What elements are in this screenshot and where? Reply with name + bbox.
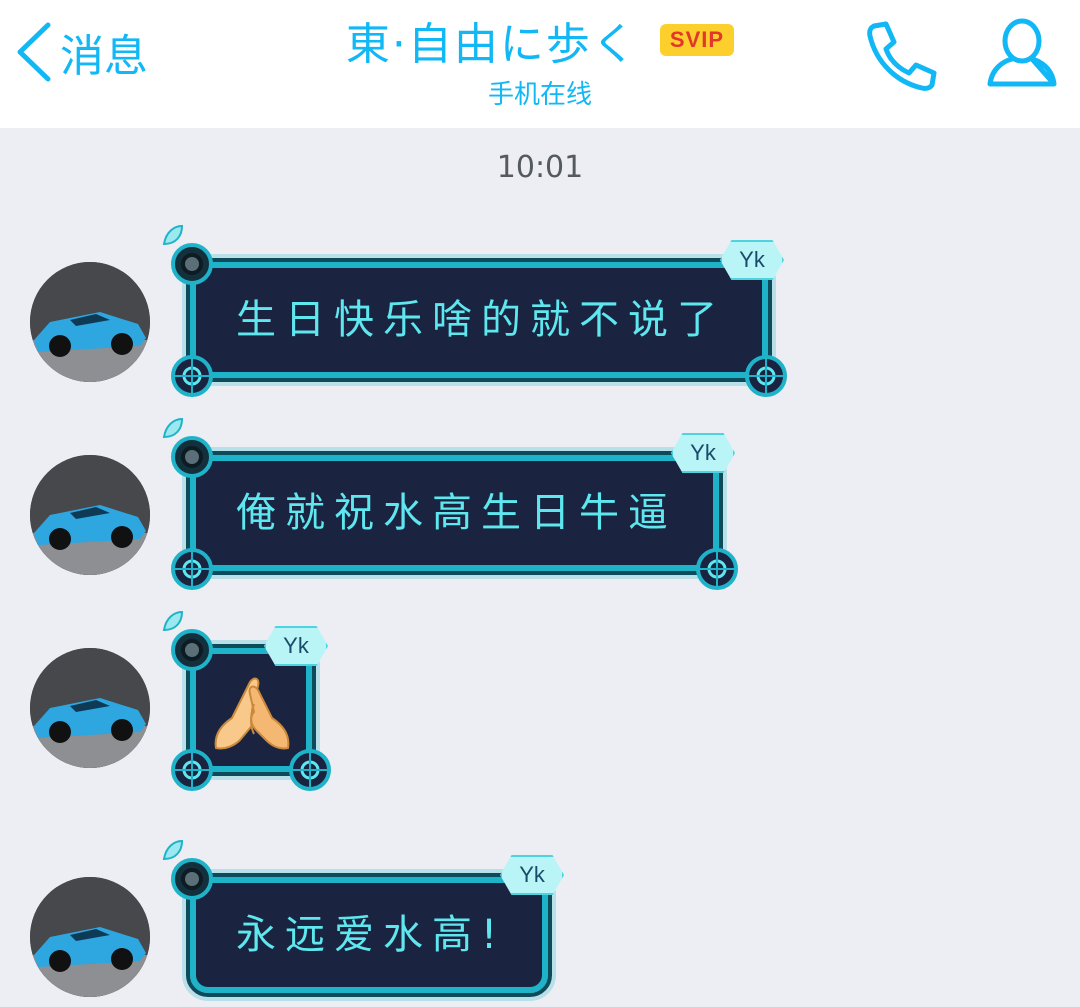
message-text: 生日快乐啥的就不说了 xyxy=(236,297,726,343)
target-ornament-icon xyxy=(744,354,788,398)
profile-button[interactable] xyxy=(982,14,1062,92)
car-avatar-icon xyxy=(30,648,150,768)
message-bubble[interactable]: Yk xyxy=(162,610,331,791)
avatar[interactable] xyxy=(30,262,150,382)
bubble-tag: Yk xyxy=(500,855,565,895)
call-button[interactable] xyxy=(860,18,940,92)
bubble-tag: Yk xyxy=(720,240,784,280)
svip-badge: SVIP xyxy=(659,24,735,56)
ring-ornament-icon xyxy=(170,242,214,286)
car-avatar-icon xyxy=(30,262,150,382)
target-ornament-icon xyxy=(170,547,214,591)
car-avatar-icon xyxy=(30,877,150,997)
car-avatar-icon xyxy=(30,455,150,575)
message-timestamp: 10:01 xyxy=(496,150,584,185)
target-ornament-icon xyxy=(170,354,214,398)
contact-name: 東·自由に歩く xyxy=(345,19,638,70)
message-bubble[interactable]: Yk 生日快乐啥的就不说了 xyxy=(162,224,787,397)
emoji-message xyxy=(196,654,306,766)
message-bubble[interactable]: Yk 俺就祝水高生日牛逼 xyxy=(162,417,738,590)
message-text: 永远爱水高! xyxy=(236,912,507,958)
avatar[interactable] xyxy=(30,455,150,575)
ring-ornament-icon xyxy=(170,435,214,479)
bubble-tag: Yk xyxy=(671,433,735,473)
chat-header: 消息 東·自由に歩く SVIP 手机在线 xyxy=(0,0,1080,128)
user-icon xyxy=(987,18,1057,87)
message-text: 俺就祝水高生日牛逼 xyxy=(236,490,677,536)
phone-icon xyxy=(867,21,937,91)
avatar[interactable] xyxy=(30,648,150,768)
avatar[interactable] xyxy=(30,877,150,997)
folded-hands-emoji-icon xyxy=(214,677,290,750)
ring-ornament-icon xyxy=(170,857,214,901)
message-bubble[interactable]: Yk 永远爱水高! xyxy=(162,839,565,997)
target-ornament-icon xyxy=(695,547,739,591)
